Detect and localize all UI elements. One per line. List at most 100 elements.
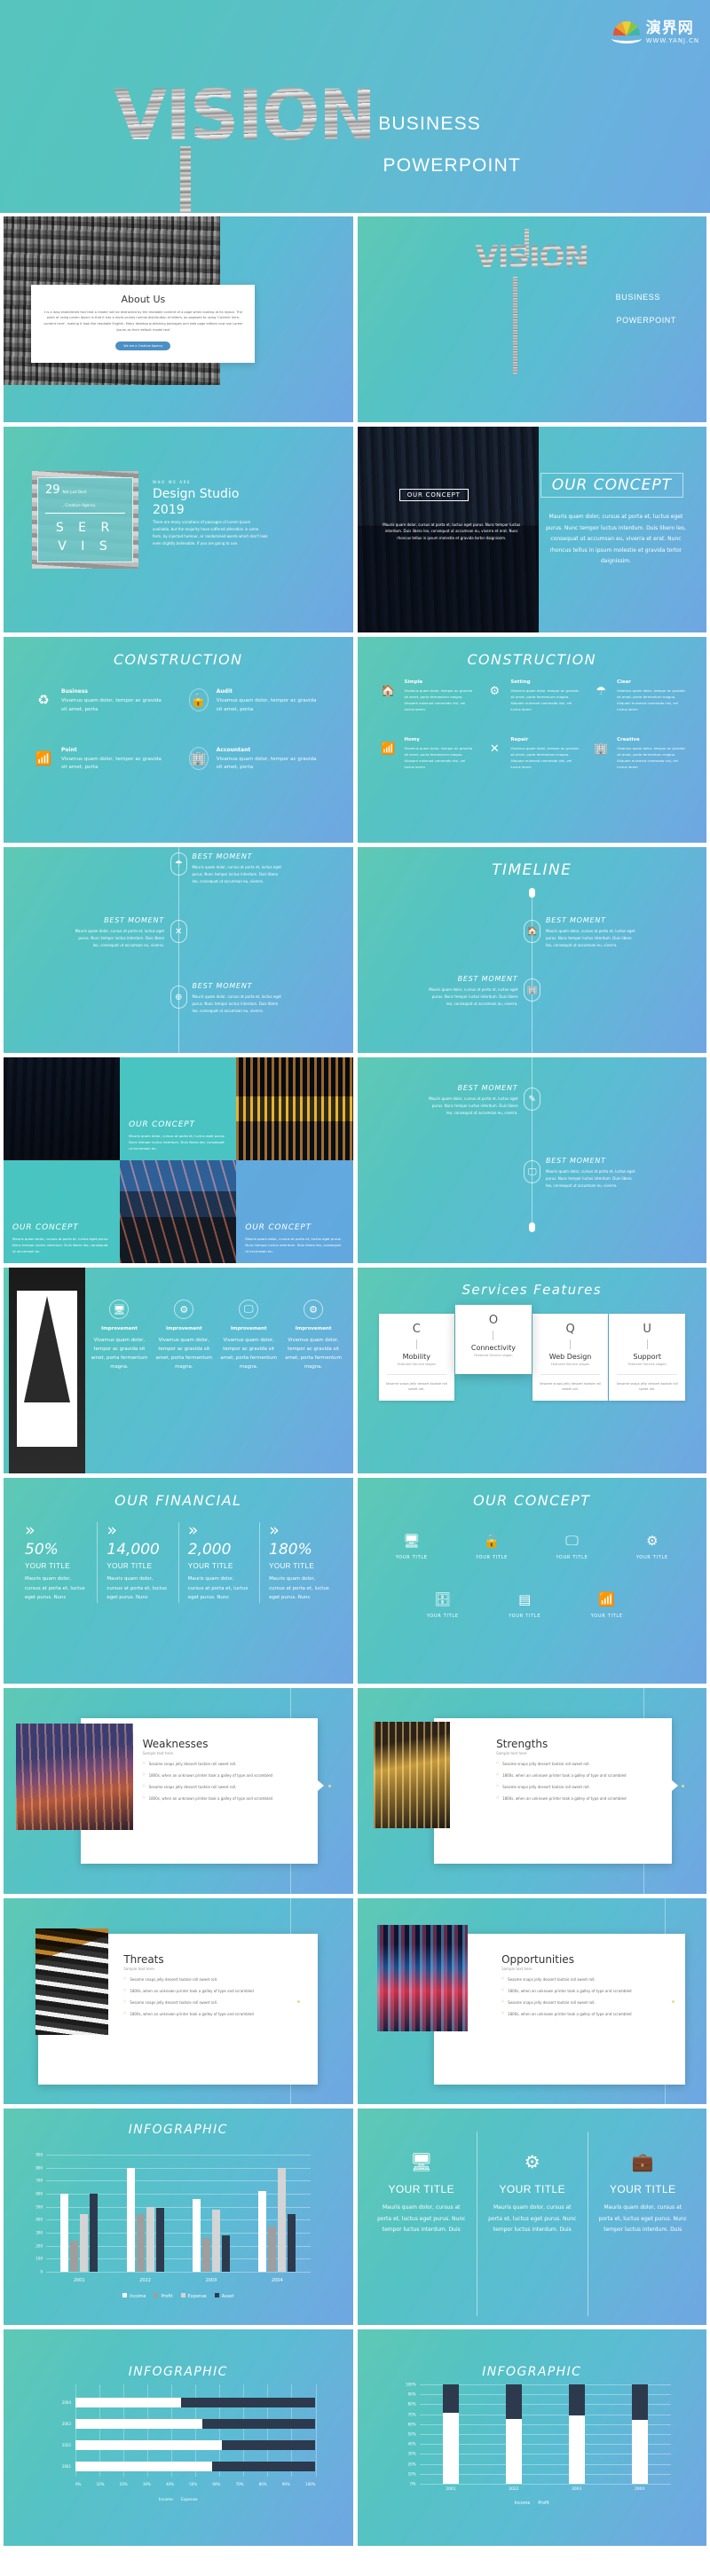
y-tick: 60%: [407, 2422, 416, 2427]
service-card[interactable]: O Connectivity Featured Service slogan: [455, 1305, 532, 1374]
stat-value: 50%: [25, 1541, 59, 1559]
y-tick: 700: [36, 2178, 43, 2183]
icon-label: YOUR TITLE: [476, 1555, 509, 1560]
x-tick: 80%: [258, 2482, 267, 2486]
entry-body: Mauris quam dolor, cursus at porta et, l…: [545, 1169, 635, 1188]
service-card[interactable]: U Support Featured Service slogan Sesame…: [609, 1314, 685, 1401]
icon-row-1: 🖥 YOUR TITLE 🔒 YOUR TITLE 🖵 YOUR TITLE ⚙…: [372, 1533, 693, 1560]
hero-i-stem-bottom: [180, 146, 191, 213]
slide-infographic-hbar[interactable]: INFOGRAPHIC 2004 2003 2022 2001 0% 10% 20% 30%…: [4, 2329, 353, 2546]
financial-title: OUR FINANCIAL: [114, 1492, 242, 1509]
legend-item: Profit: [154, 2293, 173, 2299]
slide-services-features[interactable]: Services Features C Mobility Featured Se…: [357, 1268, 706, 1473]
recycle-icon: ♻: [37, 692, 50, 708]
slide-timeline[interactable]: TIMELINE 🏠 BEST MOMENT Mauris quam dolor…: [357, 847, 706, 1053]
bar: [80, 2214, 89, 2272]
row-label: 2022: [61, 2442, 71, 2447]
bar: [258, 2191, 267, 2272]
slide-construction-six[interactable]: CONSTRUCTION 🏠 Simple Vivamus quam dolor…: [357, 637, 706, 843]
entry-body: Mauris quam dolor, cursus at porta et, l…: [192, 994, 281, 1013]
stat-body: Mauris quam dolor, cursus at porta et, l…: [187, 1576, 248, 1601]
x-tick: 2022: [139, 2278, 151, 2283]
swot-bullet: 1800s, when an unknown printer took a ga…: [123, 2011, 307, 2017]
y-tick: 0%: [410, 2481, 416, 2486]
slide-swot-strengths[interactable]: Strengths Sample text here Sesame snaps …: [357, 1688, 706, 1894]
umbrella-icon: ☂: [596, 684, 606, 698]
home-icon: 🏠: [381, 684, 396, 698]
design-studio-heading: Design Studio 2019: [153, 487, 240, 517]
legend-swatch: [214, 2293, 219, 2297]
slide-swot-opportunities[interactable]: Opportunities Sample text here Sesame sn…: [357, 1898, 706, 2104]
concept-icons-title: OUR CONCEPT: [473, 1492, 591, 1509]
slide-timeline-lower[interactable]: ✎ BEST MOMENT Mauris quam dolor, cursus …: [357, 1057, 706, 1263]
entry-title: BEST MOMENT: [545, 1157, 606, 1165]
financial-columns: » 50% YOUR TITLE Mauris quam dolor, curs…: [16, 1522, 341, 1603]
item-body: Vivamus quam dolor, tempor ac gravida si…: [510, 746, 579, 770]
swot-bullet: 1800s, when an unknown printer took a ga…: [143, 1772, 308, 1779]
column: 🖥 YOUR TITLE Mauris quam dolor, cursus a…: [367, 2132, 477, 2316]
monitor-icon: 🖵: [239, 1300, 259, 1319]
icon-label: YOUR TITLE: [509, 1614, 541, 1619]
stack-segment: [442, 2384, 459, 2414]
icon-item: 🖥 YOUR TITLE: [372, 1533, 452, 1560]
bar-group: [126, 2155, 164, 2272]
timeline-cap-top: [529, 888, 536, 898]
improvement-body: Vivamus quam dolor, tempor ac gravida si…: [91, 1338, 148, 1370]
bar: [192, 2198, 201, 2272]
bar: [90, 2194, 99, 2272]
chart-title: INFOGRAPHIC: [128, 2365, 228, 2379]
construction-item: 🏢 Accountant Vivamus quam dolor, tempor …: [188, 746, 323, 774]
mini-i-stem-bottom: [512, 277, 517, 374]
slide-concept-icons[interactable]: OUR CONCEPT 🖥 YOUR TITLE 🔒 YOUR TITLE 🖵 …: [357, 1478, 706, 1684]
y-tick: 80%: [407, 2401, 416, 2407]
slide-about-us[interactable]: About Us t is a long established fact th…: [4, 216, 353, 422]
slide-design-studio[interactable]: 29 Not just Best , Creative Agency S E R…: [4, 427, 353, 632]
slide-timeline-alt[interactable]: ☂ BEST MOMENT Mauris quam dolor, cursus …: [4, 847, 353, 1053]
about-card: About Us t is a long established fact th…: [31, 284, 256, 363]
slide-three-columns[interactable]: 🖥 YOUR TITLE Mauris quam dolor, cursus a…: [357, 2109, 706, 2325]
service-card[interactable]: C Mobility Featured Service slogan Sesam…: [378, 1314, 455, 1401]
slide-improvement[interactable]: 🖥 Improvement Vivamus quam dolor, tempor…: [4, 1268, 353, 1473]
pen-icon: ✎: [524, 1088, 541, 1111]
swot-dot: [327, 1785, 331, 1787]
slide-infographic-bar[interactable]: INFOGRAPHIC 0 100 200 300 400 500 600 70…: [4, 2109, 353, 2325]
card-body: Sesame snaps jelly dessert tootsie roll …: [385, 1382, 447, 1392]
slide-cover-repeat[interactable]: VISION BUSINESS POWERPOINT: [357, 216, 706, 422]
construction-title: CONSTRUCTION: [113, 651, 243, 668]
creative-agency-button[interactable]: We are a Creative Agency: [115, 341, 171, 350]
chevron-right-icon: »: [106, 1520, 117, 1540]
slide-construction-four[interactable]: CONSTRUCTION ♻ Business Vivamus quam dol…: [4, 637, 353, 843]
monitor-icon: 🖵: [524, 1160, 541, 1183]
card-letter: Q: [565, 1323, 575, 1336]
stat-label: YOUR TITLE: [25, 1562, 70, 1570]
improvement-label: Improvement: [230, 1326, 267, 1331]
service-card[interactable]: Q Web Design Featured Service slogan Ses…: [532, 1314, 609, 1401]
column: ⚙ YOUR TITLE Mauris quam dolor, cursus a…: [477, 2132, 588, 2316]
swot-subtitle: Sample text here: [501, 1967, 532, 1971]
stat-label: YOUR TITLE: [187, 1562, 233, 1570]
column-body: Mauris quam dolor, cursus at porta et, l…: [377, 2204, 466, 2234]
slide-our-financial[interactable]: OUR FINANCIAL » 50% YOUR TITLE Mauris qu…: [4, 1478, 353, 1684]
plot-area: 0% 10% 20% 30% 40% 50% 60% 70% 80% 90% 1…: [406, 2383, 671, 2486]
card-name: Connectivity: [470, 1344, 516, 1352]
card-divider: [540, 1374, 601, 1375]
slide-swot-weaknesses[interactable]: Weaknesses Sample text here Sesame snaps…: [4, 1688, 353, 1894]
hbar-track: [75, 2439, 316, 2450]
entry-title: BEST MOMENT: [104, 916, 165, 924]
slide-our-concept-photo[interactable]: OUR CONCEPT Mauris quam dolor, cursus at…: [357, 427, 706, 632]
eiffel-tower-illustration: [24, 1296, 70, 1402]
column-body: Mauris quam dolor, cursus at porta et, l…: [488, 2204, 577, 2234]
column: 💼 YOUR TITLE Mauris quam dolor, cursus a…: [587, 2132, 698, 2316]
x-tick: 2022: [509, 2487, 519, 2492]
card-divider: [386, 1374, 447, 1375]
slide-concept-mosaic[interactable]: OUR CONCEPT Mauris quam dolor, cursus at…: [4, 1057, 353, 1263]
y-tick: 100%: [406, 2382, 416, 2387]
slide-swot-threats[interactable]: Threats Sample text here Sesame snaps je…: [4, 1898, 353, 2104]
entry-body: Mauris quam dolor, cursus at porta et, l…: [429, 1096, 518, 1115]
slide-infographic-stacked[interactable]: INFOGRAPHIC 0% 10% 20% 30% 40% 50% 60% 7…: [357, 2329, 706, 2546]
wifi-icon: 📶: [35, 750, 52, 766]
swot-title: Weaknesses: [142, 1738, 209, 1750]
legend-swatch: [122, 2293, 128, 2297]
home-icon: 🏠: [524, 920, 541, 943]
site-logo[interactable]: 演界网 WWW.YANJ.CN: [611, 21, 699, 44]
